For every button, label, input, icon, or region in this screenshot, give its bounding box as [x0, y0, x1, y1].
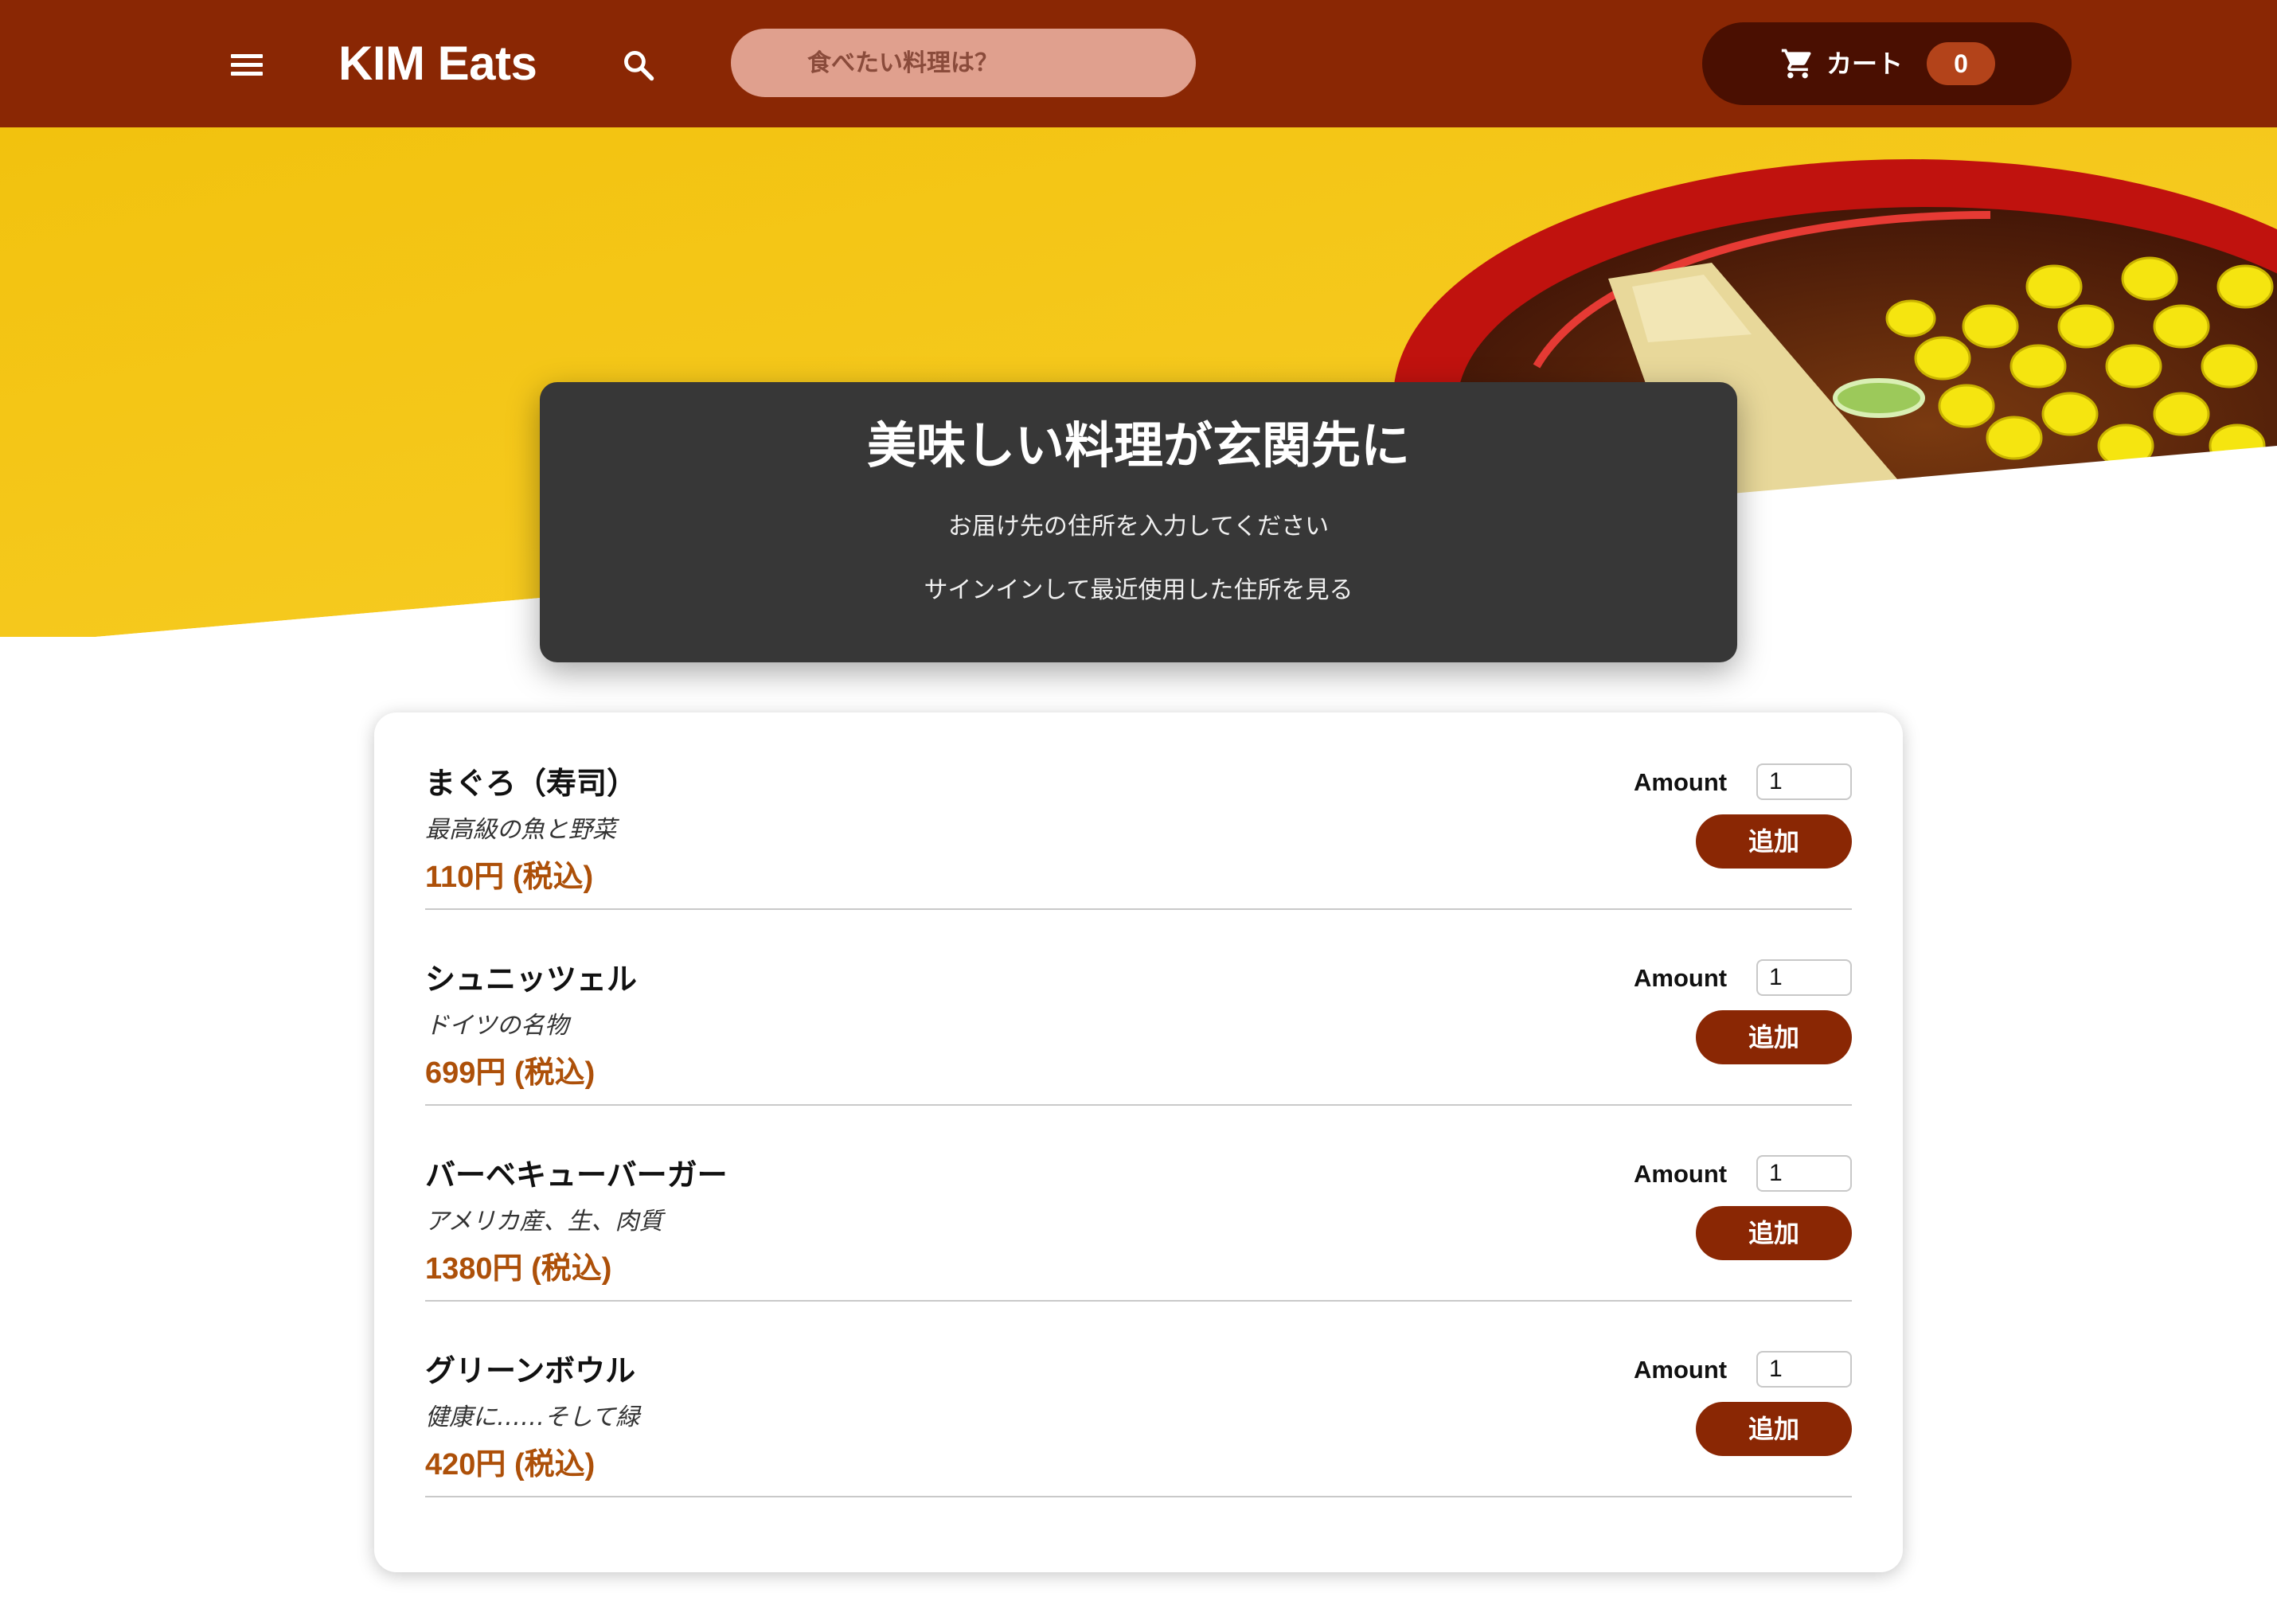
amount-label: Amount	[1634, 768, 1728, 796]
add-to-cart-button[interactable]: 追加	[1696, 1206, 1852, 1260]
search-input[interactable]	[731, 29, 1196, 97]
top-app-bar: KIM Eats カート 0	[0, 0, 2277, 127]
amount-label: Amount	[1634, 1356, 1728, 1384]
item-name: シュニッツェル	[425, 962, 638, 997]
delivery-banner: 美味しい料理が玄関先に お届け先の住所を入力してください サインインして最近使用…	[540, 382, 1737, 662]
hamburger-menu-icon[interactable]	[231, 54, 263, 76]
search-icon[interactable]	[621, 48, 656, 83]
item-price: 110円 (税込)	[425, 861, 594, 894]
amount-input[interactable]	[1756, 1155, 1852, 1192]
shopping-cart-icon	[1781, 49, 1811, 79]
add-to-cart-button[interactable]: 追加	[1696, 1010, 1852, 1064]
amount-input[interactable]	[1756, 763, 1852, 800]
item-description: 最高級の魚と野菜	[425, 816, 616, 844]
amount-input[interactable]	[1756, 1351, 1852, 1388]
item-price: 420円 (税込)	[425, 1448, 596, 1482]
add-to-cart-button[interactable]: 追加	[1696, 1402, 1852, 1456]
menu-item: シュニッツェル ドイツの名物 699円 (税込) Amount 追加	[425, 908, 1852, 1106]
menu-item: まぐろ（寿司） 最高級の魚と野菜 110円 (税込) Amount 追加	[425, 712, 1852, 910]
banner-title: 美味しい料理が玄関先に	[866, 416, 1410, 474]
address-prompt[interactable]: お届け先の住所を入力してください	[540, 509, 1737, 545]
menu-item: グリーンボウル 健康に……そして緑 420円 (税込) Amount 追加	[425, 1300, 1852, 1497]
item-description: アメリカ産、生、肉質	[425, 1208, 663, 1236]
brand-title[interactable]: KIM Eats	[338, 32, 537, 96]
cart-button[interactable]: カート 0	[1702, 22, 2072, 105]
item-description: ドイツの名物	[425, 1012, 568, 1040]
item-description: 健康に……そして緑	[425, 1403, 640, 1431]
item-name: バーベキューバーガー	[425, 1157, 728, 1193]
signin-recent-address-link[interactable]: サインインして最近使用した住所を見る	[540, 573, 1737, 608]
item-price: 1380円 (税込)	[425, 1252, 612, 1286]
item-price: 699円 (税込)	[425, 1056, 596, 1090]
amount-input[interactable]	[1756, 959, 1852, 996]
cart-label: カート	[1826, 49, 1904, 79]
item-name: グリーンボウル	[425, 1353, 636, 1388]
cart-count-badge: 0	[1927, 42, 1995, 85]
amount-label: Amount	[1634, 1160, 1728, 1188]
menu-list-card: まぐろ（寿司） 最高級の魚と野菜 110円 (税込) Amount 追加 シュニ…	[374, 712, 1903, 1572]
amount-label: Amount	[1634, 964, 1728, 992]
item-name: まぐろ（寿司）	[425, 766, 638, 801]
add-to-cart-button[interactable]: 追加	[1696, 814, 1852, 869]
menu-item: バーベキューバーガー アメリカ産、生、肉質 1380円 (税込) Amount …	[425, 1104, 1852, 1302]
